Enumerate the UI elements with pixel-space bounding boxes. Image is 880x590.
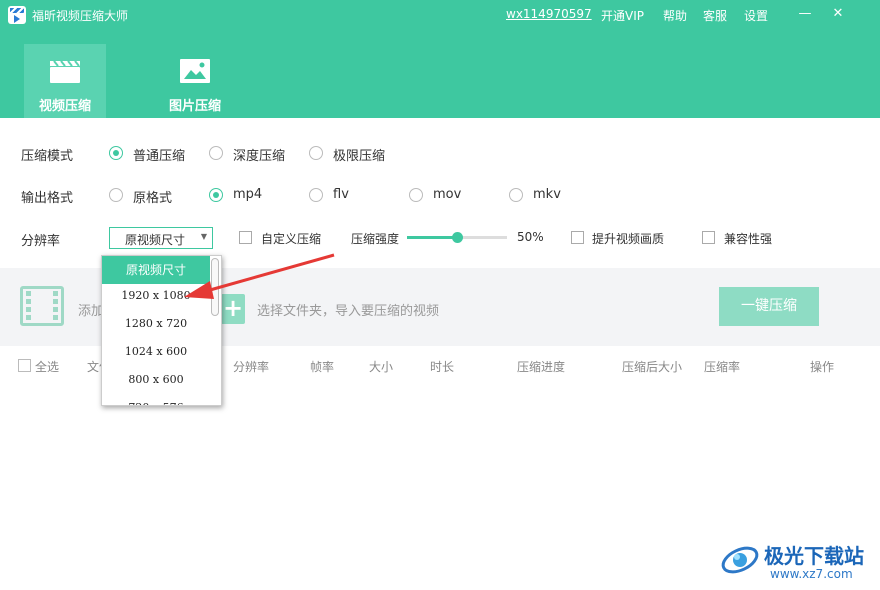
clapperboard-icon	[50, 60, 80, 83]
compatibility-label: 兼容性强	[724, 232, 773, 246]
column-header-resolution: 分辨率	[233, 360, 270, 374]
tab-video-compress[interactable]: 视频压缩	[24, 44, 106, 118]
option-label: mkv	[533, 187, 561, 202]
strength-label: 压缩强度	[351, 232, 400, 246]
film-icon	[20, 286, 64, 326]
column-header-progress: 压缩进度	[517, 360, 566, 374]
option-label: mp4	[233, 187, 263, 202]
radio-deep-compress[interactable]	[209, 146, 223, 160]
radio-format-mp4[interactable]	[209, 188, 223, 202]
option-label: 深度压缩	[233, 149, 286, 164]
enhance-quality-label: 提升视频画质	[592, 232, 665, 246]
radio-format-original[interactable]	[109, 188, 123, 202]
app-title: 福昕视频压缩大师	[32, 9, 129, 23]
resolution-label: 分辨率	[21, 234, 61, 249]
minimize-button[interactable]: —	[795, 4, 815, 24]
image-icon	[180, 59, 210, 83]
compress-mode-label: 压缩模式	[21, 149, 74, 164]
option-label: 极限压缩	[333, 149, 386, 164]
slider-fill	[407, 236, 457, 239]
column-header-ratio: 压缩率	[704, 360, 741, 374]
column-header-size: 大小	[369, 360, 394, 374]
service-link[interactable]: 客服	[703, 7, 727, 24]
custom-compress-label: 自定义压缩	[261, 232, 322, 246]
vip-link[interactable]: 开通VIP	[601, 7, 644, 24]
tab-label: 视频压缩	[38, 99, 91, 114]
close-button[interactable]: ✕	[828, 4, 848, 24]
column-header-fps: 帧率	[310, 360, 335, 374]
slider-thumb[interactable]	[452, 232, 463, 243]
app-logo-icon	[8, 6, 26, 24]
option-label: flv	[333, 187, 349, 202]
radio-format-mov[interactable]	[409, 188, 423, 202]
option-label: 普通压缩	[133, 149, 186, 164]
app-header: 福昕视频压缩大师 wx114970597 开通VIP 帮助 客服 设置 — ✕ …	[0, 0, 880, 118]
strength-value: 50%	[517, 230, 544, 244]
dropdown-option-1280x720[interactable]: 1280 x 720	[102, 310, 210, 338]
dropdown-option-800x600[interactable]: 800 x 600	[102, 366, 210, 394]
watermark-name: 极光下载站	[764, 544, 864, 568]
enhance-quality-checkbox[interactable]	[571, 231, 584, 244]
radio-format-mkv[interactable]	[509, 188, 523, 202]
strength-slider[interactable]	[407, 232, 507, 243]
tab-image-compress[interactable]: 图片压缩	[154, 44, 236, 118]
one-click-compress-button[interactable]: 一键压缩	[719, 287, 819, 326]
tab-label: 图片压缩	[168, 99, 221, 114]
column-header-actions: 操作	[810, 360, 835, 374]
custom-compress-checkbox[interactable]	[239, 231, 252, 244]
column-header-compressed-size: 压缩后大小	[622, 360, 683, 374]
radio-extreme-compress[interactable]	[309, 146, 323, 160]
watermark-logo-icon	[721, 546, 759, 574]
resolution-select[interactable]: 原视频尺寸 ▼	[109, 227, 213, 249]
compatibility-checkbox[interactable]	[702, 231, 715, 244]
user-account-link[interactable]: wx114970597	[506, 7, 592, 21]
option-label: 原格式	[133, 191, 173, 206]
radio-format-flv[interactable]	[309, 188, 323, 202]
title-bar: 福昕视频压缩大师 wx114970597 开通VIP 帮助 客服 设置 — ✕	[0, 0, 880, 30]
radio-normal-compress[interactable]	[109, 146, 123, 160]
dropdown-option-1024x600[interactable]: 1024 x 600	[102, 338, 210, 366]
annotation-arrow-icon	[184, 253, 335, 299]
select-all-checkbox[interactable]	[18, 359, 31, 372]
column-header-duration: 时长	[430, 360, 455, 374]
watermark-url: www.xz7.com	[770, 567, 853, 581]
settings-link[interactable]: 设置	[744, 7, 768, 24]
output-format-label: 输出格式	[21, 191, 74, 206]
dropdown-option-720x576[interactable]: 720 x 576	[102, 394, 210, 405]
chevron-down-icon: ▼	[200, 232, 207, 241]
help-link[interactable]: 帮助	[663, 7, 687, 24]
option-label: mov	[433, 187, 462, 202]
resolution-selected-value: 原视频尺寸	[125, 233, 186, 247]
select-all-label: 全选	[35, 360, 60, 374]
